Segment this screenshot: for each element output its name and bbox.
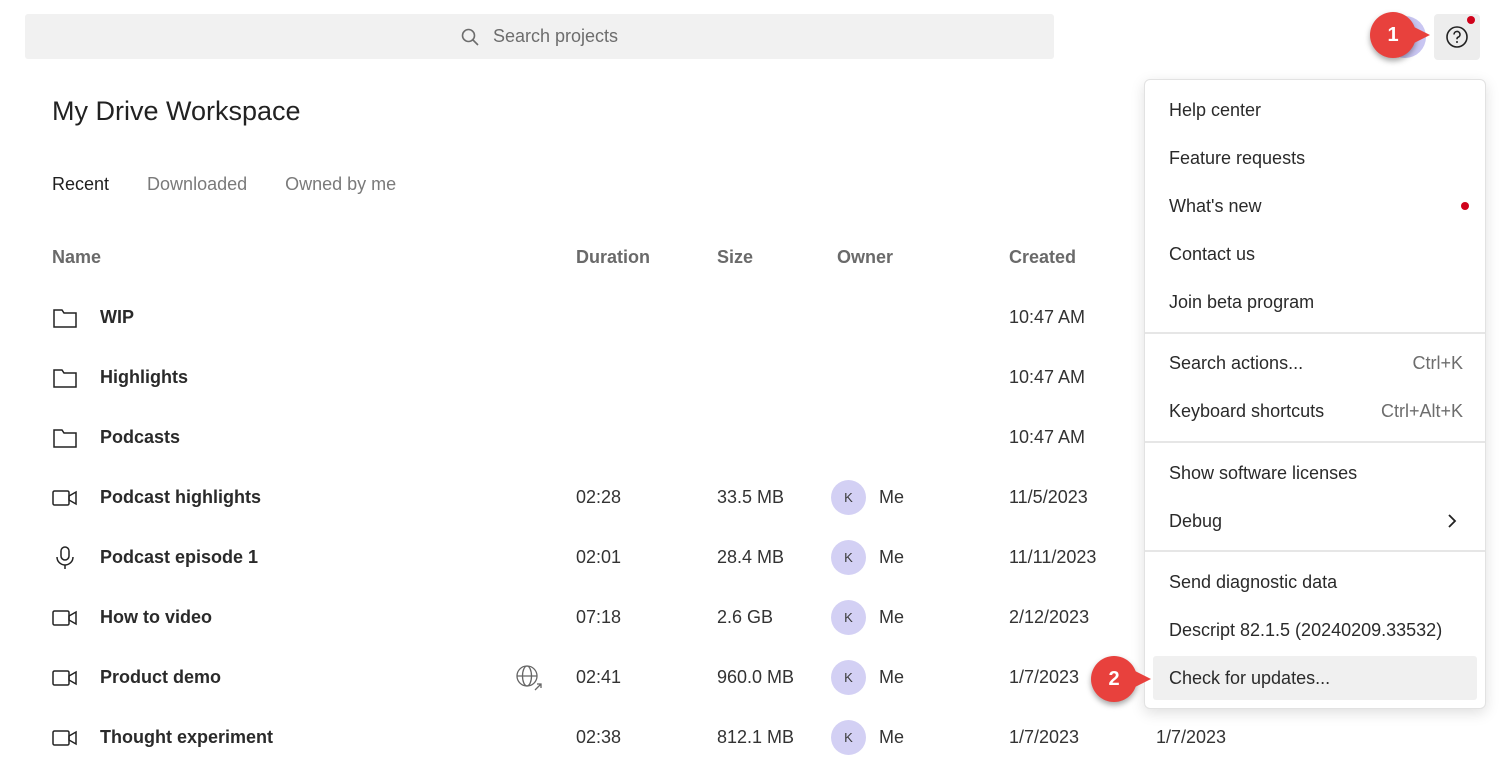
microphone-icon: [56, 546, 74, 569]
row-created: 1/7/2023: [1009, 727, 1080, 747]
row-name: Thought experiment: [100, 727, 274, 747]
row-duration: 07:18: [576, 607, 622, 627]
menu-item-feature-requests[interactable]: Feature requests: [1153, 136, 1477, 180]
menu-item-software-licenses[interactable]: Show software licenses: [1153, 451, 1477, 495]
menu-divider: [1145, 441, 1485, 443]
row-created: 1/7/2023: [1009, 667, 1080, 687]
menu-divider: [1145, 550, 1485, 552]
row-size: 812.1 MB: [717, 727, 795, 747]
published-globe-icon[interactable]: [515, 664, 543, 692]
row-name: WIP: [100, 307, 134, 327]
search-input[interactable]: Search projects: [493, 26, 618, 47]
folder-icon: [53, 369, 77, 388]
notification-dot: [1467, 16, 1475, 24]
table-row[interactable]: WIP 10:47 AM: [0, 288, 1140, 348]
tab-recent[interactable]: Recent: [52, 174, 109, 195]
table-row[interactable]: Highlights 10:47 AM: [0, 348, 1140, 408]
column-header-size[interactable]: Size: [717, 247, 753, 268]
tab-downloaded[interactable]: Downloaded: [147, 174, 247, 195]
table-row[interactable]: Product demo 02:41 960.0 MB K Me 1/7/202…: [0, 648, 1140, 708]
row-owner: Me: [879, 667, 905, 687]
avatar: K: [831, 720, 866, 755]
menu-item-whats-new[interactable]: What's new: [1153, 184, 1477, 228]
table-row[interactable]: Podcast highlights 02:28 33.5 MB K Me 11…: [0, 468, 1140, 528]
row-created: 2/12/2023: [1009, 607, 1090, 627]
menu-item-join-beta[interactable]: Join beta program: [1153, 280, 1477, 324]
row-created: 11/5/2023: [1009, 487, 1088, 507]
row-size: 28.4 MB: [717, 547, 785, 567]
menu-item-check-updates[interactable]: Check for updates...: [1153, 656, 1477, 700]
menu-item-version: Descript 82.1.5 (20240209.33532): [1169, 619, 1443, 640]
avatar: K: [831, 540, 866, 575]
row-size: 960.0 MB: [717, 667, 795, 687]
step-callout-1: 1: [1370, 12, 1430, 58]
menu-item-keyboard-shortcuts[interactable]: Keyboard shortcuts Ctrl+Alt+K: [1153, 389, 1477, 433]
step-callout-2: 2: [1091, 656, 1151, 702]
row-owner: Me: [879, 487, 905, 507]
row-owner: Me: [879, 547, 905, 567]
row-duration: 02:41: [576, 667, 622, 687]
search-icon: [461, 28, 479, 46]
row-owner: Me: [879, 607, 905, 627]
menu-item-help-center[interactable]: Help center: [1153, 88, 1477, 132]
column-header-owner[interactable]: Owner: [837, 247, 893, 268]
menu-divider: [1145, 332, 1485, 334]
menu-item-contact-us[interactable]: Contact us: [1153, 232, 1477, 276]
new-indicator-dot: [1461, 202, 1469, 210]
table-row[interactable]: Thought experiment 02:38 812.1 MB K Me 1…: [0, 708, 1300, 768]
row-size: 33.5 MB: [717, 487, 785, 507]
menu-item-send-diagnostic[interactable]: Send diagnostic data: [1153, 560, 1477, 604]
row-name: Highlights: [100, 367, 188, 387]
row-name: How to video: [100, 607, 212, 627]
row-name: Podcast episode 1: [100, 547, 259, 567]
row-duration: 02:01: [576, 547, 622, 567]
search-bar[interactable]: Search projects: [25, 14, 1054, 59]
row-name: Podcasts: [100, 427, 181, 447]
page-title: My Drive Workspace: [52, 96, 301, 126]
video-icon: [52, 670, 77, 686]
help-icon: [1446, 26, 1468, 48]
help-button[interactable]: [1434, 14, 1480, 60]
table-row[interactable]: Podcasts 10:47 AM: [0, 408, 1140, 468]
folder-icon: [53, 429, 77, 448]
row-duration: 02:38: [576, 727, 622, 747]
row-duration: 02:28: [576, 487, 622, 507]
row-created: 10:47 AM: [1009, 367, 1086, 387]
row-owner: Me: [879, 727, 905, 747]
row-created: 10:47 AM: [1009, 307, 1086, 327]
table-row[interactable]: Podcast episode 1 02:01 28.4 MB K Me 11/…: [0, 528, 1140, 588]
column-header-duration[interactable]: Duration: [576, 247, 650, 268]
column-header-name[interactable]: Name: [52, 247, 101, 268]
tab-bar: Recent Downloaded Owned by me: [52, 174, 396, 195]
row-modified: 1/7/2023: [1156, 727, 1227, 747]
avatar: K: [831, 600, 866, 635]
row-created: 10:47 AM: [1009, 427, 1086, 447]
table-row[interactable]: How to video 07:18 2.6 GB K Me 2/12/2023: [0, 588, 1140, 648]
video-icon: [52, 730, 77, 746]
row-size: 2.6 GB: [717, 607, 774, 627]
avatar: K: [831, 660, 866, 695]
chevron-right-icon: [1448, 514, 1457, 528]
help-menu: Help center Feature requests What's new …: [1144, 79, 1486, 709]
menu-item-search-actions[interactable]: Search actions... Ctrl+K: [1153, 341, 1477, 385]
row-name: Product demo: [100, 667, 222, 687]
menu-item-debug[interactable]: Debug: [1153, 499, 1477, 543]
column-header-created[interactable]: Created: [1009, 247, 1076, 268]
avatar: K: [831, 480, 866, 515]
folder-icon: [53, 309, 77, 328]
row-created: 11/11/2023: [1009, 547, 1097, 567]
tab-owned-by-me[interactable]: Owned by me: [285, 174, 396, 195]
video-icon: [52, 610, 77, 626]
video-icon: [52, 490, 77, 506]
row-name: Podcast highlights: [100, 487, 262, 507]
